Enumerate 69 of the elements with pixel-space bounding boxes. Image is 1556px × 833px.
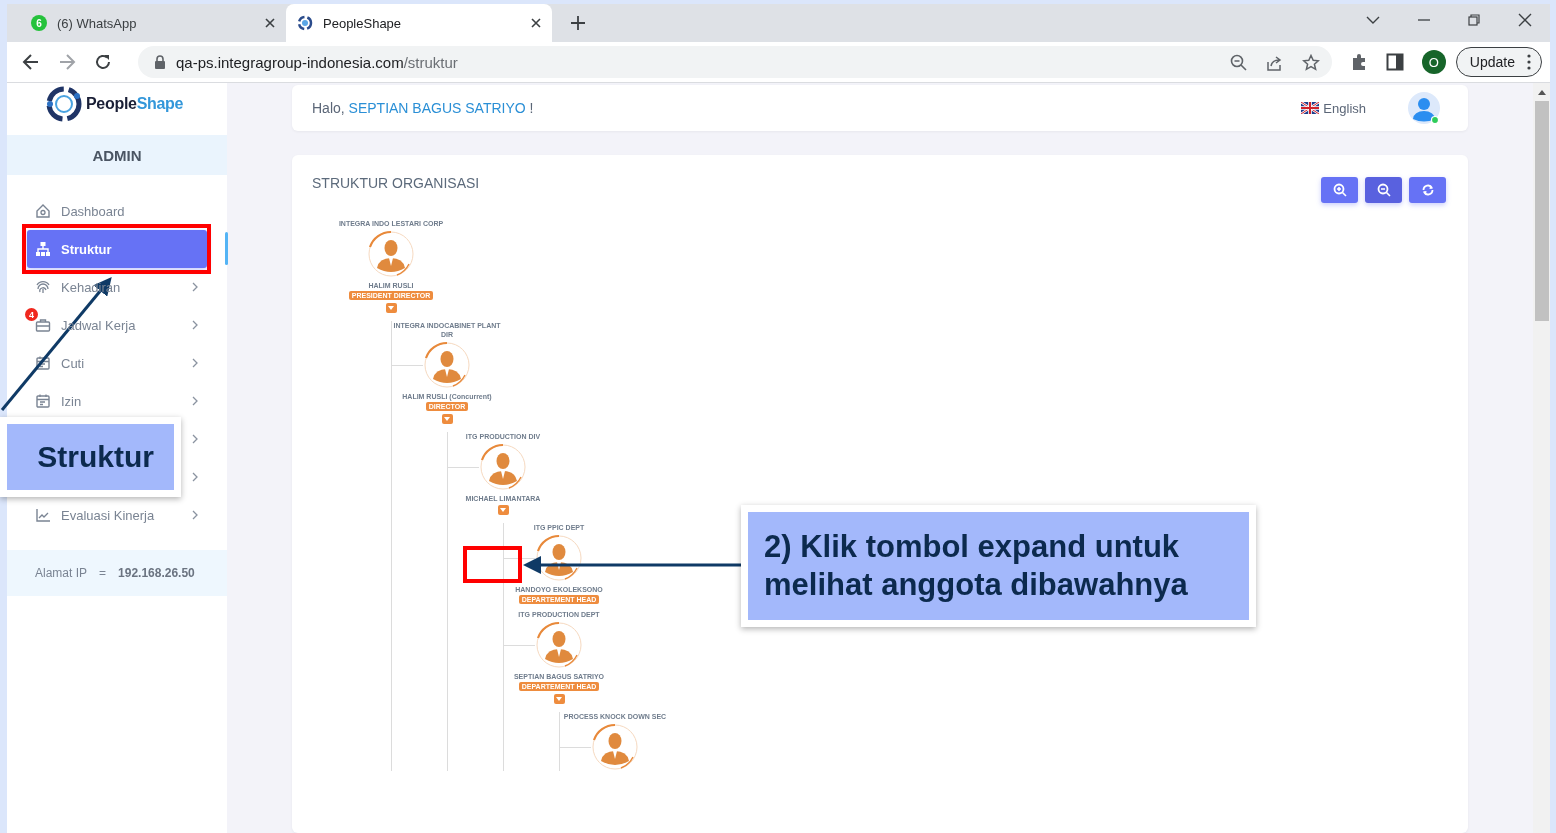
- flag-icon: [1301, 102, 1320, 114]
- role-label: ADMIN: [7, 135, 227, 175]
- url-text: qa-ps.integragroup-indonesia.com/struktur: [176, 53, 458, 71]
- close-icon[interactable]: [264, 17, 276, 29]
- ip-label: Alamat IP: [35, 566, 88, 580]
- hierarchy-icon: [35, 241, 51, 257]
- zoom-in-icon: [1332, 183, 1347, 197]
- zoom-out-icon: [1376, 183, 1391, 197]
- person-avatar-icon: [591, 723, 639, 771]
- chevron-down-icon[interactable]: [1366, 15, 1380, 25]
- star-icon[interactable]: [1301, 53, 1320, 71]
- zoom-in-button[interactable]: [1321, 177, 1358, 203]
- back-arrow-icon[interactable]: [22, 53, 40, 71]
- update-button[interactable]: Update: [1455, 47, 1542, 77]
- highlight-frame: [463, 546, 522, 583]
- line-chart-icon: [35, 507, 51, 523]
- refresh-button[interactable]: [1409, 177, 1446, 203]
- home-icon: [35, 203, 51, 219]
- person-avatar-icon: [367, 230, 415, 278]
- user-avatar-icon[interactable]: [1408, 92, 1440, 124]
- refresh-icon: [1420, 183, 1435, 197]
- lock-icon: [154, 55, 166, 69]
- sidebar-item[interactable]: Struktur: [27, 230, 207, 268]
- ring-logo-icon: [44, 84, 84, 124]
- sidebar-item[interactable]: Dashboard: [27, 192, 207, 230]
- browser-tab[interactable]: PeopleShape: [286, 4, 552, 42]
- new-tab-icon[interactable]: [570, 15, 586, 31]
- panel-title: STRUKTUR ORGANISASI: [312, 175, 480, 193]
- address-bar[interactable]: qa-ps.integragroup-indonesia.com/struktur: [138, 46, 1332, 78]
- sidebar-item[interactable]: Cuti: [27, 344, 207, 382]
- chat-badge-icon: 6: [31, 15, 47, 31]
- ip-address: 192.168.26.50: [118, 566, 195, 580]
- zoom-out-icon[interactable]: [1229, 53, 1247, 71]
- calendar-icon: [35, 355, 51, 371]
- scrollbar-thumb[interactable]: [1534, 101, 1549, 321]
- app-logo: PeopleShape: [7, 83, 227, 125]
- sidebar-item[interactable]: Evaluasi Kinerja: [27, 496, 207, 534]
- zoom-out-button[interactable]: [1365, 177, 1402, 203]
- side-panel-icon[interactable]: [1385, 53, 1404, 71]
- caret-down-icon: [387, 304, 395, 312]
- count-badge: 4: [25, 308, 38, 321]
- fingerprint-icon: [35, 279, 51, 295]
- briefcase-icon: [35, 317, 51, 333]
- reload-icon[interactable]: [94, 53, 112, 71]
- profile-avatar[interactable]: O: [1421, 50, 1446, 74]
- instruction-text: Struktur: [7, 424, 174, 490]
- person-avatar-icon: [423, 341, 471, 389]
- person-avatar-icon: [535, 534, 583, 582]
- close-icon[interactable]: [1518, 13, 1532, 27]
- close-icon[interactable]: [530, 17, 542, 29]
- person-avatar-icon: [479, 443, 527, 491]
- share-icon[interactable]: [1265, 53, 1283, 71]
- caret-down-icon: [443, 415, 451, 423]
- language-selector[interactable]: English: [1301, 100, 1366, 116]
- kebab-menu-icon: [1527, 54, 1531, 70]
- calendar-icon: [35, 393, 51, 409]
- browser-tab[interactable]: 6 (6) WhatsApp: [20, 4, 286, 42]
- caret-down-icon: [555, 695, 563, 703]
- equals-sign: =: [99, 566, 107, 580]
- instruction-text: 2) Klik tombol expand untuk melihat anggota dibawahnya: [748, 512, 1249, 620]
- restore-icon[interactable]: [1468, 14, 1480, 26]
- caret-down-icon: [499, 506, 507, 514]
- scrollbar[interactable]: [1533, 83, 1550, 833]
- person-avatar-icon: [535, 621, 583, 669]
- scroll-up-icon: [1536, 89, 1547, 96]
- greeting-text: Halo, SEPTIAN BAGUS SATRIYO !: [312, 100, 534, 116]
- sidebar-item[interactable]: Izin: [27, 382, 207, 420]
- ring-logo-icon: [297, 15, 313, 31]
- active-indicator: [225, 232, 228, 265]
